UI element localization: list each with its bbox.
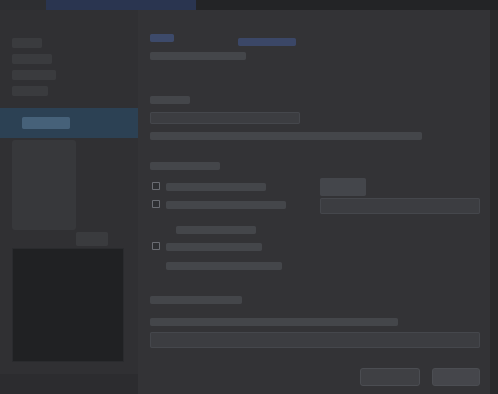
section1-title-bar — [150, 96, 190, 104]
preview-panel — [12, 248, 124, 362]
window-controls[interactable] — [0, 0, 46, 10]
option2-line — [166, 201, 286, 209]
sidebar-item-2[interactable] — [12, 54, 52, 64]
section3-title-bar — [150, 296, 242, 304]
sidebar-item-group[interactable] — [12, 140, 76, 230]
section3-input[interactable] — [150, 332, 480, 348]
scrollbar[interactable] — [490, 10, 498, 394]
ok-button[interactable] — [432, 368, 480, 386]
sidebar-item-3[interactable] — [12, 70, 56, 80]
subtitle-line — [150, 52, 246, 60]
option3-line-c — [166, 262, 282, 270]
option2-checkbox[interactable] — [152, 200, 160, 208]
sidebar — [0, 10, 138, 394]
sidebar-item-1[interactable] — [12, 38, 42, 48]
section1-input[interactable] — [150, 112, 300, 124]
title-bar-accent — [46, 0, 196, 10]
option-select[interactable] — [320, 198, 480, 214]
option1-checkbox[interactable] — [152, 182, 160, 190]
page-title — [150, 20, 300, 32]
section1-text-line — [150, 132, 422, 140]
sidebar-item-5[interactable] — [76, 232, 108, 246]
header-link-underline — [238, 38, 296, 46]
sidebar-active-label — [22, 117, 70, 129]
title-bar — [0, 0, 498, 10]
section3-text-line — [150, 318, 398, 326]
option3-line-a — [176, 226, 256, 234]
title-tag — [150, 34, 174, 42]
option-badge — [320, 178, 366, 196]
option3-line-b — [166, 243, 262, 251]
section2-title-bar — [150, 162, 220, 170]
sidebar-item-4[interactable] — [12, 86, 48, 96]
sidebar-item-active[interactable] — [0, 108, 138, 138]
option3-checkbox[interactable] — [152, 242, 160, 250]
option1-line — [166, 183, 266, 191]
sidebar-footer — [0, 374, 138, 394]
main-panel — [138, 10, 490, 394]
cancel-button[interactable] — [360, 368, 420, 386]
